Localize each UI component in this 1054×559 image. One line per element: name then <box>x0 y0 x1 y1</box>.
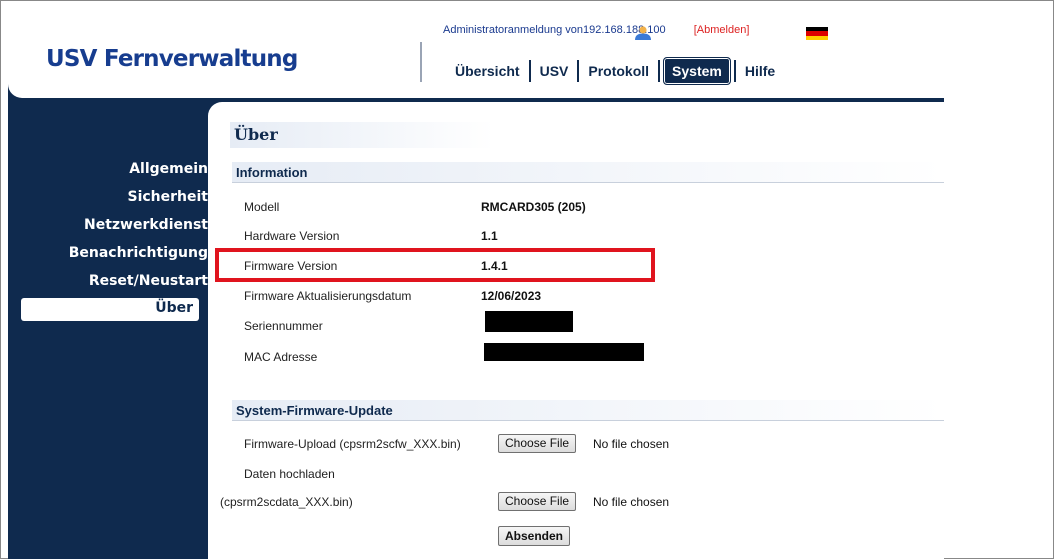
page-title: Über <box>230 122 494 148</box>
firmware-no-file-text: No file chosen <box>593 437 670 451</box>
firmware-upload-label: Firmware-Upload (cpsrm2scfw_XXX.bin) <box>244 437 461 451</box>
header-divider <box>420 42 422 82</box>
sidebar-item-netzwerkdienst[interactable]: Netzwerkdienst <box>84 217 208 233</box>
info-label-firmware-date: Firmware Aktualisierungsdatum <box>244 289 412 303</box>
sidebar-item-benachrichtigung[interactable]: Benachrichtigung <box>69 245 208 261</box>
nav-tab-hilfe[interactable]: Hilfe <box>736 58 784 84</box>
info-value-modell: RMCARD305 (205) <box>481 200 586 214</box>
info-label-hardware-version: Hardware Version <box>244 229 340 243</box>
nav-separator <box>658 60 661 82</box>
info-label-mac-adresse: MAC Adresse <box>244 350 318 364</box>
nav-tab-usv[interactable]: USV <box>531 58 578 84</box>
redacted-mac-address <box>484 343 644 361</box>
data-choose-file-button[interactable]: Choose File <box>498 492 577 511</box>
sidebar-item-sicherheit[interactable]: Sicherheit <box>128 189 209 205</box>
section-heading-information: Information <box>232 162 944 183</box>
info-label-modell: Modell <box>244 200 280 214</box>
submit-button[interactable]: Absenden <box>498 526 571 546</box>
firmware-version-highlight-box <box>215 248 655 282</box>
data-upload-label: Daten hochladen <box>244 467 335 481</box>
nav-tab-system[interactable]: System <box>663 57 731 85</box>
sidebar-item-reset-neustart[interactable]: Reset/Neustart <box>89 273 208 289</box>
data-upload-file-label: (cpsrm2scdata_XXX.bin) <box>220 495 353 509</box>
nav-tab-uebersicht[interactable]: Übersicht <box>446 58 529 84</box>
redacted-serial-number <box>485 311 573 332</box>
nav-tab-protokoll[interactable]: Protokoll <box>579 58 658 84</box>
main-nav: Übersicht USV Protokoll System Hilfe <box>446 57 784 85</box>
app-logo[interactable]: USV Fernverwaltung <box>46 46 298 72</box>
admin-login-text: Administratoranmeldung von192.168.188.10… <box>443 24 666 36</box>
section-heading-firmware-update: System-Firmware-Update <box>232 400 944 421</box>
german-flag-icon[interactable] <box>806 27 828 40</box>
sidebar-item-allgemein[interactable]: Allgemein <box>129 161 208 177</box>
main-content: Über Information Modell RMCARD305 (205) … <box>208 102 944 559</box>
data-no-file-text: No file chosen <box>593 495 670 509</box>
sidebar-item-ueber[interactable]: Über <box>21 298 199 321</box>
admin-login-info: Administratoranmeldung von192.168.188.10… <box>443 24 749 36</box>
sidebar-item-label: Über <box>155 300 193 316</box>
header: USV Fernverwaltung <box>8 8 944 98</box>
firmware-choose-file-button[interactable]: Choose File <box>498 434 577 453</box>
info-value-firmware-date: 12/06/2023 <box>481 289 542 303</box>
info-label-seriennummer: Seriennummer <box>244 319 323 333</box>
user-avatar-icon <box>635 26 651 40</box>
info-value-hardware-version: 1.1 <box>481 229 498 243</box>
logout-link[interactable]: [Abmelden] <box>694 24 750 36</box>
